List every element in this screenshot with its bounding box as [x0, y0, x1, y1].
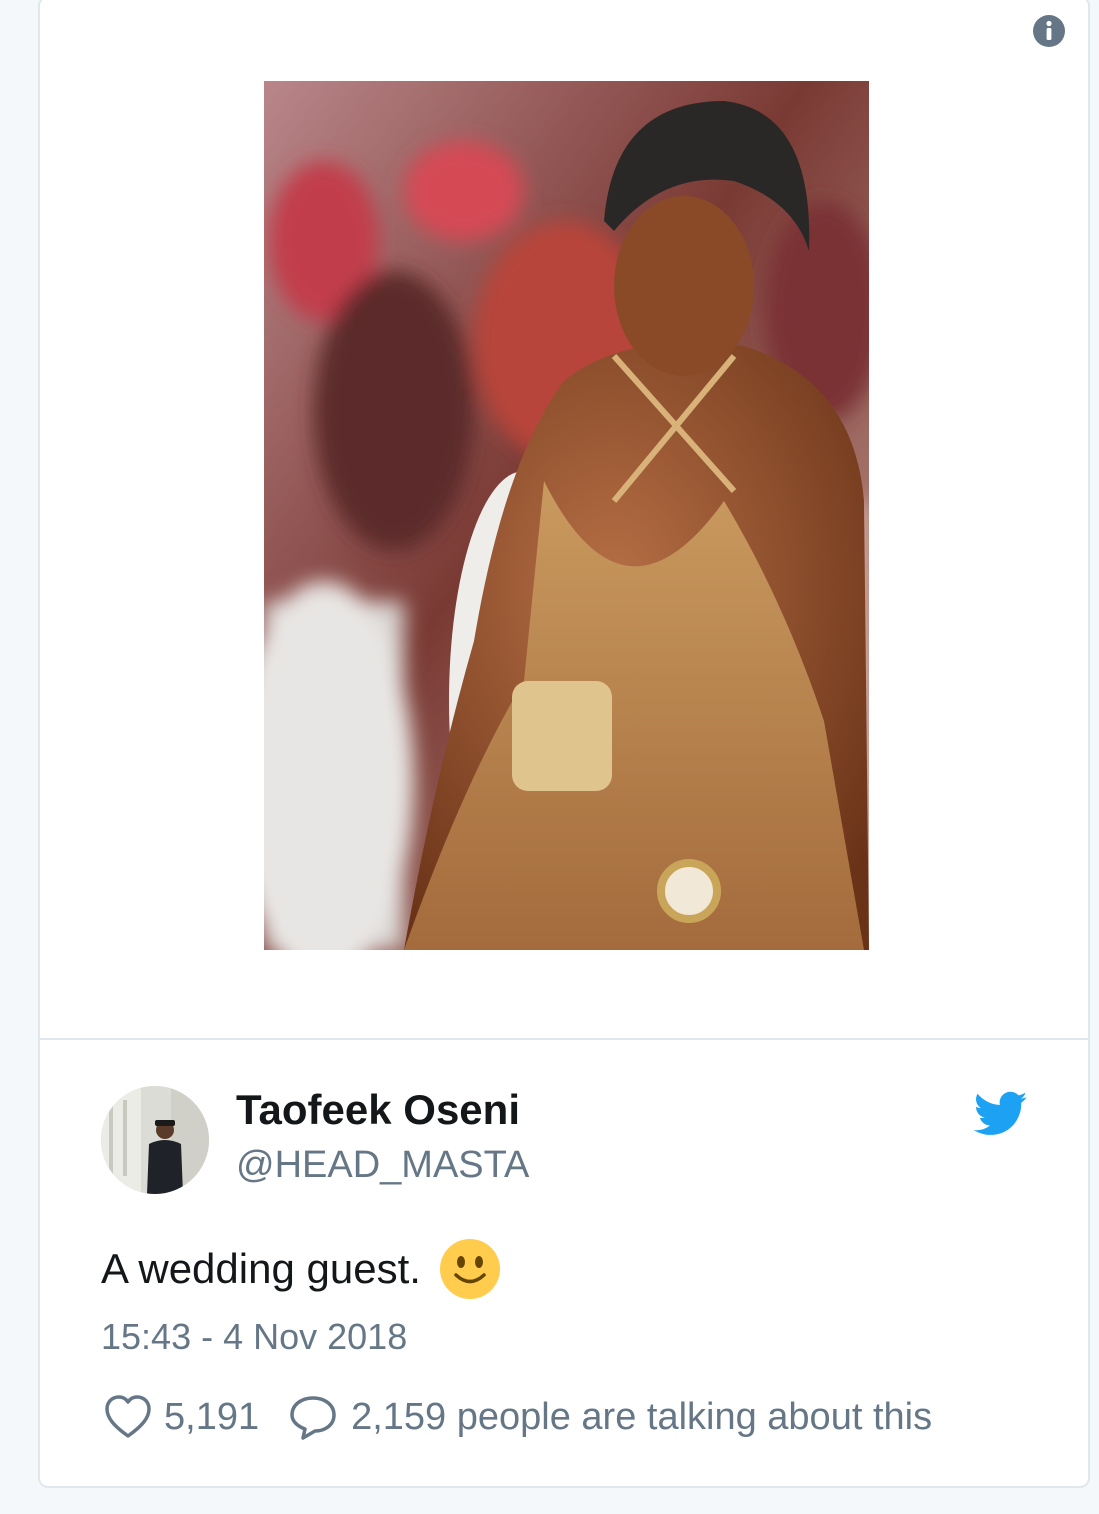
tweet-text-row: A wedding guest.: [101, 1238, 501, 1300]
talking-count: 2,159 people are talking about this: [351, 1395, 933, 1438]
photo-image: [264, 81, 869, 950]
tweet-actions: 5,191 2,159 people are talking about thi…: [104, 1394, 932, 1440]
reply-button[interactable]: 2,159 people are talking about this: [289, 1394, 932, 1440]
author-display-name[interactable]: Taofeek Oseni: [236, 1086, 520, 1134]
info-icon[interactable]: [1032, 14, 1066, 48]
heart-icon: [105, 1395, 151, 1438]
speech-bubble-icon: [290, 1396, 336, 1440]
like-count: 5,191: [164, 1395, 260, 1438]
tweet-text: A wedding guest.: [101, 1245, 421, 1292]
tweet-timestamp[interactable]: 15:43 - 4 Nov 2018: [101, 1316, 407, 1358]
twitter-bird-icon[interactable]: [974, 1091, 1028, 1137]
tweet-photo[interactable]: [264, 81, 869, 950]
avatar[interactable]: [101, 1086, 209, 1194]
author-handle[interactable]: @HEAD_MASTA: [236, 1144, 529, 1187]
slightly-smiling-face-icon: [439, 1239, 500, 1299]
divider: [40, 1038, 1088, 1040]
tweet-card: Taofeek Oseni @HEAD_MASTA A wedding gues…: [38, 0, 1090, 1488]
like-button[interactable]: 5,191: [104, 1394, 289, 1440]
